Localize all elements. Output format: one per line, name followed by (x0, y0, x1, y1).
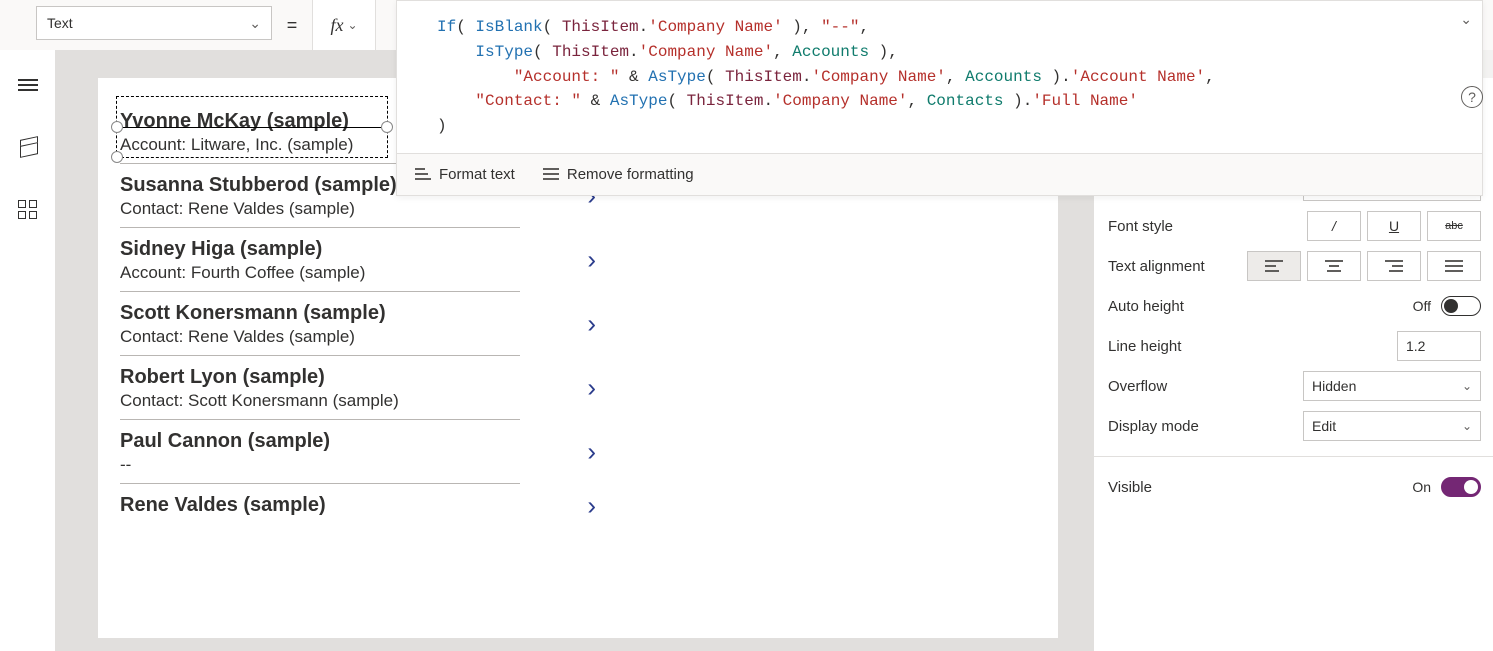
prop-line-height-row: Line height 1.2 (1108, 326, 1481, 366)
formula-toolbar: Format text Remove formatting (397, 153, 1482, 195)
remove-formatting-button[interactable]: Remove formatting (543, 166, 694, 183)
underline-button[interactable]: U (1367, 211, 1421, 241)
list-item-subtitle: Account: Fourth Coffee (sample) (120, 263, 520, 283)
list-item-subtitle: Contact: Scott Konersmann (sample) (120, 391, 520, 411)
equals-sign: = (272, 0, 312, 50)
overflow-select[interactable]: Hidden⌄ (1303, 371, 1481, 401)
fx-button[interactable]: fx ⌄ (312, 0, 376, 50)
chevron-down-icon: ⌄ (249, 15, 261, 32)
chevron-down-icon: ⌄ (1462, 379, 1472, 393)
list-item-subtitle: -- (120, 455, 520, 475)
strikethrough-button[interactable]: abc (1427, 211, 1481, 241)
prop-font-style-row: Font style / U abc (1108, 206, 1481, 246)
display-mode-select[interactable]: Edit⌄ (1303, 411, 1481, 441)
chevron-right-icon[interactable]: › (587, 308, 596, 339)
list-item[interactable]: Robert Lyon (sample)Contact: Scott Koner… (120, 356, 520, 420)
remove-formatting-label: Remove formatting (567, 166, 694, 183)
prop-auto-height-label: Auto height (1108, 298, 1301, 315)
chevron-right-icon[interactable]: › (587, 490, 596, 521)
property-select-value: Text (47, 15, 73, 31)
chevron-down-icon: ⌄ (1462, 419, 1472, 433)
line-height-input[interactable]: 1.2 (1397, 331, 1481, 361)
prop-text-align-row: Text alignment (1108, 246, 1481, 286)
visible-toggle[interactable] (1441, 477, 1481, 497)
chevron-right-icon[interactable]: › (587, 244, 596, 275)
list-item-title: Paul Cannon (sample) (120, 430, 520, 453)
chevron-down-icon: ⌄ (347, 18, 357, 33)
prop-display-mode-row: Display mode Edit⌄ (1108, 406, 1481, 446)
prop-line-height-label: Line height (1108, 338, 1301, 355)
list-item-subtitle: Contact: Rene Valdes (sample) (120, 199, 520, 219)
resize-handle[interactable] (111, 121, 123, 133)
align-center-button[interactable] (1307, 251, 1361, 281)
prop-visible-row: Visible On (1108, 467, 1481, 507)
left-rail (0, 50, 56, 651)
formula-code[interactable]: If( IsBlank( ThisItem.'Company Name' ), … (397, 1, 1482, 153)
tree-view-icon[interactable] (17, 136, 39, 158)
list-item-title: Robert Lyon (sample) (120, 366, 520, 389)
hamburger-icon[interactable] (17, 74, 39, 96)
auto-height-toggle[interactable] (1441, 296, 1481, 316)
selection-outline[interactable] (116, 96, 388, 158)
format-text-label: Format text (439, 166, 515, 183)
list-item[interactable]: Rene Valdes (sample)› (120, 484, 520, 527)
align-left-button[interactable] (1247, 251, 1301, 281)
italic-button[interactable]: / (1307, 211, 1361, 241)
align-right-button[interactable] (1367, 251, 1421, 281)
prop-auto-height-row: Auto height Off (1108, 286, 1481, 326)
fx-label: fx (330, 15, 343, 36)
list-item-subtitle: Contact: Rene Valdes (sample) (120, 327, 520, 347)
help-icon[interactable]: ? (1461, 86, 1483, 108)
chevron-right-icon[interactable]: › (587, 436, 596, 467)
prop-display-mode-label: Display mode (1108, 418, 1301, 435)
list-item[interactable]: Sidney Higa (sample)Account: Fourth Coff… (120, 228, 520, 292)
remove-formatting-icon (543, 168, 559, 180)
format-text-icon (415, 168, 431, 180)
visible-state: On (1412, 479, 1431, 495)
formula-editor[interactable]: ⌄ If( IsBlank( ThisItem.'Company Name' )… (396, 0, 1483, 196)
prop-visible-label: Visible (1108, 479, 1301, 496)
insert-icon[interactable] (17, 198, 39, 220)
resize-handle[interactable] (381, 121, 393, 133)
property-select[interactable]: Text ⌄ (36, 6, 272, 40)
auto-height-state: Off (1413, 298, 1431, 314)
prop-font-style-label: Font style (1108, 218, 1301, 235)
list-item[interactable]: Paul Cannon (sample)--› (120, 420, 520, 484)
list-item[interactable]: Scott Konersmann (sample)Contact: Rene V… (120, 292, 520, 356)
prop-overflow-row: Overflow Hidden⌄ (1108, 366, 1481, 406)
resize-handle[interactable] (111, 151, 123, 163)
format-text-button[interactable]: Format text (415, 166, 515, 183)
chevron-down-icon[interactable]: ⌄ (1460, 11, 1472, 28)
prop-overflow-label: Overflow (1108, 378, 1301, 395)
list-item-title: Rene Valdes (sample) (120, 494, 520, 517)
list-item-title: Scott Konersmann (sample) (120, 302, 520, 325)
chevron-right-icon[interactable]: › (587, 372, 596, 403)
list-item-title: Sidney Higa (sample) (120, 238, 520, 261)
align-justify-button[interactable] (1427, 251, 1481, 281)
